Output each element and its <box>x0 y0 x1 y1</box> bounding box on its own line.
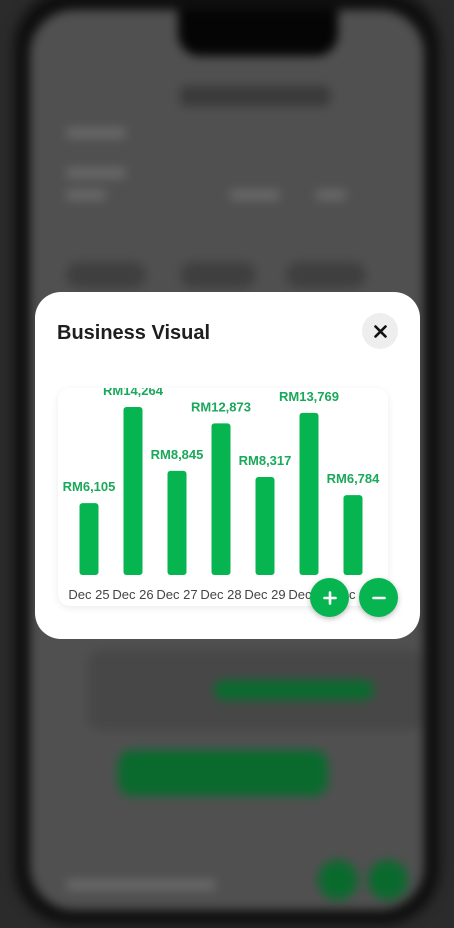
phone-notch <box>178 10 338 56</box>
background-fab <box>368 860 408 900</box>
bar-dec-28[interactable] <box>211 423 231 575</box>
plus-icon <box>322 590 337 605</box>
x-tick-label: Dec 28 <box>200 587 241 602</box>
bar-dec-30[interactable] <box>299 412 319 575</box>
background-button <box>118 750 328 796</box>
zoom-in-button[interactable] <box>310 578 349 617</box>
close-icon <box>373 324 387 338</box>
close-button[interactable] <box>362 313 398 349</box>
bar-dec-25[interactable] <box>79 503 99 575</box>
background-text <box>66 128 126 138</box>
bar-chart: RM6,105 Dec 25 RM14,264 Dec 26 RM8,845 Dec 27… <box>63 388 381 602</box>
bar-dec-31[interactable] <box>343 495 363 575</box>
bar-value-label: RM6,784 <box>327 471 381 486</box>
business-visual-modal: Business Visual RM6,105 Dec 25 RM14,264 Dec… <box>35 292 420 639</box>
background-pill <box>66 262 146 288</box>
background-text <box>230 190 280 200</box>
x-tick-label: Dec 29 <box>244 587 285 602</box>
background-text <box>316 190 346 200</box>
bar-dec-27[interactable] <box>167 470 187 575</box>
bar-dec-29[interactable] <box>255 477 275 575</box>
app-stage: Business Visual RM6,105 Dec 25 RM14,264 Dec… <box>0 0 454 928</box>
x-tick-label: Dec 26 <box>112 587 153 602</box>
background-progress <box>214 680 374 700</box>
bar-value-label: RM8,845 <box>151 447 204 462</box>
background-pill <box>286 262 366 288</box>
zoom-out-button[interactable] <box>359 578 398 617</box>
chart-card[interactable]: RM6,105 Dec 25 RM14,264 Dec 26 RM8,845 Dec 27… <box>58 388 388 606</box>
background-text <box>66 880 216 890</box>
bar-value-label: RM8,317 <box>239 453 292 468</box>
bar-value-label: RM13,769 <box>279 389 339 404</box>
bar-value-label: RM6,105 <box>63 479 116 494</box>
bar-value-label: RM14,264 <box>103 388 164 398</box>
x-tick-label: Dec 25 <box>68 587 109 602</box>
background-text <box>66 190 106 200</box>
background-header <box>180 86 330 106</box>
bar-value-label: RM12,873 <box>191 399 251 414</box>
minus-icon <box>371 596 386 599</box>
modal-title: Business Visual <box>57 322 211 344</box>
x-tick-label: Dec 27 <box>156 587 197 602</box>
background-fab <box>318 860 358 900</box>
background-text <box>66 168 126 178</box>
bar-dec-26[interactable] <box>123 407 143 575</box>
background-pill <box>180 262 256 288</box>
